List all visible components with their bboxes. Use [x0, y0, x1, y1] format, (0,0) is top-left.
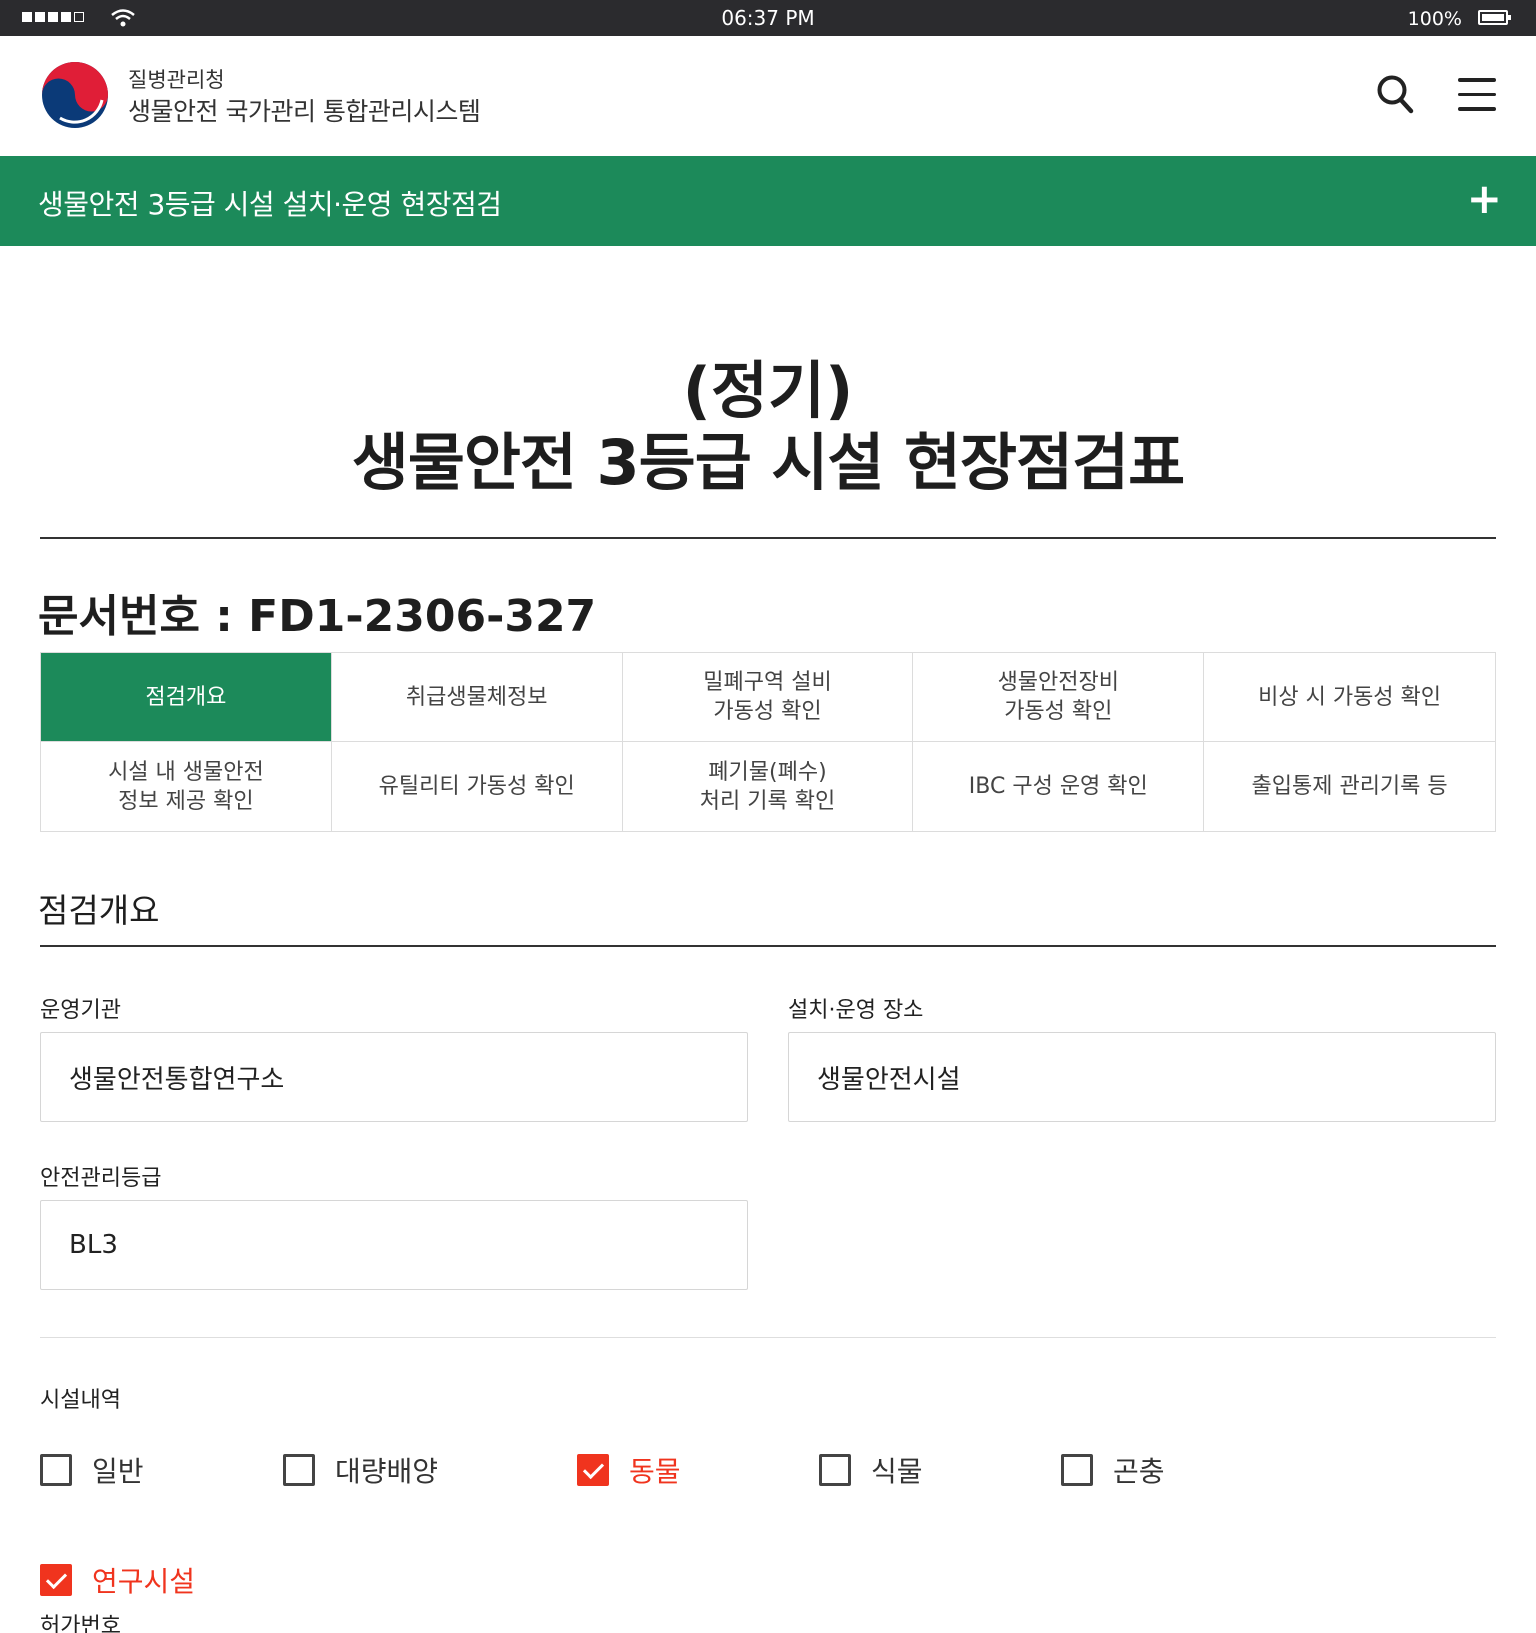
- checkbox-box[interactable]: [819, 1454, 851, 1486]
- category-banner-label: 생물안전 3등급 시설 설치·운영 현장점검: [38, 188, 502, 221]
- checklist-tabs: 점검개요 취급생물체정보 밀폐구역 설비 가동성 확인 생물안전장비 가동성 확…: [40, 652, 1496, 832]
- search-icon[interactable]: [1376, 74, 1414, 114]
- permit-label: 허가번호: [40, 1614, 121, 1633]
- checkbox-general[interactable]: 일반: [40, 1450, 144, 1490]
- page-title-line2: 생물안전 3등급 시설 현장점검표: [351, 426, 1185, 499]
- clock: 06:37 PM: [721, 6, 815, 30]
- tab-overview[interactable]: 점검개요: [41, 653, 332, 742]
- checkbox-box[interactable]: [283, 1454, 315, 1486]
- category-banner[interactable]: 생물안전 3등급 시설 설치·운영 현장점검 +: [0, 156, 1536, 246]
- tab-ibc[interactable]: IBC 구성 운영 확인: [913, 742, 1205, 831]
- title-divider: [40, 537, 1496, 539]
- facility-label: 시설내역: [40, 1388, 121, 1413]
- checkbox-plant[interactable]: 식물: [819, 1450, 923, 1490]
- tab-organism-info[interactable]: 취급생물체정보: [331, 653, 623, 742]
- checkbox-research[interactable]: 연구시설: [40, 1560, 195, 1600]
- tab-utility[interactable]: 유틸리티 가동성 확인: [331, 742, 623, 831]
- tab-biosafety-equipment[interactable]: 생물안전장비 가동성 확인: [913, 653, 1205, 742]
- checkbox-mass-culture[interactable]: 대량배양: [283, 1450, 438, 1490]
- checkbox-label: 일반: [92, 1455, 144, 1488]
- document-number: 문서번호 : FD1-2306-327: [38, 591, 597, 642]
- checkbox-label: 식물: [871, 1455, 923, 1488]
- battery-icon: [1478, 10, 1511, 25]
- checkmark-icon[interactable]: [577, 1454, 609, 1486]
- tab-emergency[interactable]: 비상 시 가동성 확인: [1204, 653, 1495, 742]
- checkbox-label: 곤충: [1113, 1455, 1165, 1488]
- checkbox-label: 대량배양: [335, 1455, 439, 1488]
- battery-percent: 100%: [1407, 8, 1462, 30]
- government-logo-icon[interactable]: [40, 60, 110, 130]
- grade-label: 안전관리등급: [40, 1166, 162, 1191]
- checkmark-icon[interactable]: [40, 1564, 72, 1596]
- agency-name: 질병관리청: [128, 68, 225, 92]
- section-divider: [40, 945, 1496, 947]
- section-title: 점검개요: [38, 891, 160, 930]
- location-label: 설치·운영 장소: [788, 998, 924, 1023]
- grade-field[interactable]: BL3: [40, 1200, 748, 1290]
- system-name: 생물안전 국가관리 통합관리시스템: [128, 97, 481, 126]
- tab-waste[interactable]: 폐기물(폐수) 처리 기록 확인: [622, 742, 914, 831]
- checkbox-insect[interactable]: 곤충: [1061, 1450, 1165, 1490]
- field-divider: [40, 1337, 1496, 1338]
- org-field[interactable]: 생물안전통합연구소: [40, 1032, 748, 1122]
- status-bar: 06:37 PM 100%: [0, 0, 1536, 36]
- checkbox-box[interactable]: [40, 1454, 72, 1486]
- checkbox-box[interactable]: [1061, 1454, 1093, 1486]
- tab-access-control[interactable]: 출입통제 관리기록 등: [1204, 742, 1495, 831]
- checkbox-label: 동물: [629, 1455, 681, 1488]
- app-header: 질병관리청 생물안전 국가관리 통합관리시스템: [0, 36, 1536, 156]
- menu-icon[interactable]: [1458, 78, 1496, 111]
- tab-safety-info[interactable]: 시설 내 생물안전 정보 제공 확인: [41, 742, 332, 831]
- tab-containment-equipment[interactable]: 밀폐구역 설비 가동성 확인: [622, 653, 914, 742]
- location-field[interactable]: 생물안전시설: [788, 1032, 1496, 1122]
- plus-icon[interactable]: +: [1467, 174, 1502, 223]
- checkbox-animal[interactable]: 동물: [577, 1450, 681, 1490]
- org-label: 운영기관: [40, 998, 121, 1023]
- checkbox-label: 연구시설: [92, 1565, 196, 1598]
